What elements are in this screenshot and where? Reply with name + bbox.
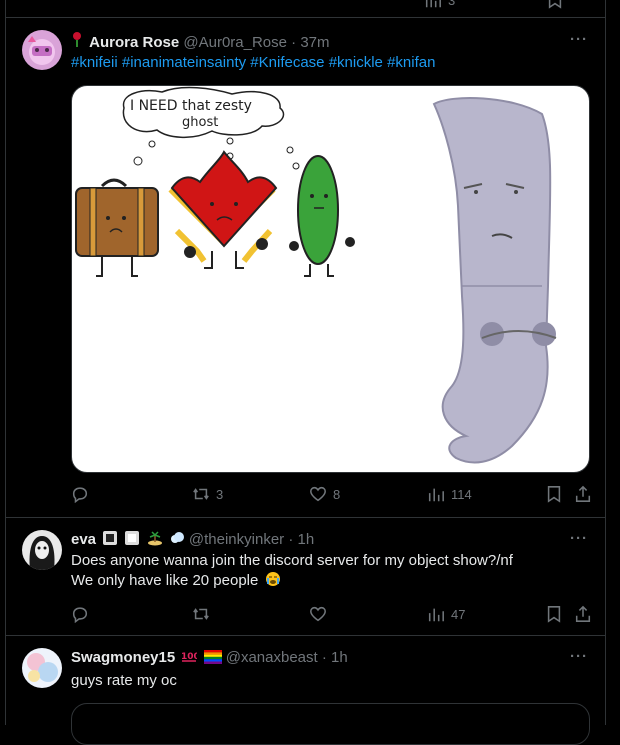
tweet-actions: 3 8 114 xyxy=(71,484,592,504)
share-button[interactable] xyxy=(574,604,592,624)
author-handle[interactable]: @theinkyinker xyxy=(189,531,284,548)
tweet-header: Swagmoney15 100 @xanaxbeast · 1h xyxy=(71,648,348,668)
tweet-actions: 47 xyxy=(71,604,592,624)
bookmark-button[interactable] xyxy=(545,604,563,624)
tweet-text: #knifeii #inanimateinsainty #Knifecase #… xyxy=(71,53,435,73)
views-button[interactable]: 114 xyxy=(427,484,472,504)
tweet-swagmoney[interactable]: Swagmoney15 100 @xanaxbeast · 1h ··· guy… xyxy=(6,635,605,745)
reply-icon xyxy=(72,607,88,623)
tweet-image[interactable] xyxy=(71,703,590,745)
crying-emoji xyxy=(265,572,280,586)
tweet-eva[interactable]: eva @theinkyinker · 1h ··· Does anyone w… xyxy=(6,517,605,635)
like-button[interactable]: 8 xyxy=(309,484,340,504)
more-icon[interactable]: ··· xyxy=(570,530,588,547)
drawing: I NEED that zesty ghost xyxy=(75,86,557,464)
reply-button[interactable] xyxy=(71,604,89,624)
bookmark-icon xyxy=(547,486,561,503)
hashtag[interactable]: #inanimateinsainty xyxy=(122,54,246,71)
like-icon xyxy=(310,486,326,502)
share-icon xyxy=(575,605,591,622)
hashtag[interactable]: #knifan xyxy=(387,54,435,71)
rose-emoji xyxy=(71,31,85,53)
views-button[interactable]: 3 xyxy=(424,0,455,10)
prev-tweet-actions: 3 xyxy=(71,0,589,10)
like-icon xyxy=(310,606,326,622)
tweet-text: guys rate my oc xyxy=(71,672,177,689)
hashtag[interactable]: #knickle xyxy=(329,54,383,71)
bookmark-button[interactable] xyxy=(545,484,563,504)
tweet-header: Aurora Rose @Aur0ra_Rose · 37m xyxy=(71,31,330,53)
share-button[interactable] xyxy=(574,484,592,504)
hundred-emoji: 100 xyxy=(181,652,197,662)
rainbow-flag-emoji xyxy=(203,650,222,664)
author-name[interactable]: Aurora Rose xyxy=(89,34,179,51)
speech-line-2: ghost xyxy=(182,115,218,130)
tweet-header: eva @theinkyinker · 1h xyxy=(71,530,314,550)
author-name[interactable]: Swagmoney15 xyxy=(71,649,175,666)
views-icon xyxy=(428,608,444,622)
share-icon xyxy=(575,485,591,502)
retweet-icon xyxy=(193,488,209,500)
author-name[interactable]: eva xyxy=(71,531,96,548)
tweet-text: Does anyone wanna join the discord serve… xyxy=(71,551,513,591)
author-handle[interactable]: @xanaxbeast xyxy=(226,649,318,666)
tweet-time[interactable]: · 37m xyxy=(291,34,329,51)
bookmark-icon xyxy=(548,0,562,9)
tweet-time[interactable]: · 1h xyxy=(288,531,314,548)
bookmark-button[interactable] xyxy=(546,0,564,10)
avatar[interactable] xyxy=(22,648,62,688)
views-icon xyxy=(428,488,444,502)
avatar-image xyxy=(22,30,62,70)
retweet-button[interactable] xyxy=(192,604,210,624)
avatar-image xyxy=(22,530,62,570)
tweet-image[interactable]: I NEED that zesty ghost xyxy=(71,85,590,473)
name-emojis xyxy=(100,531,189,548)
reply-button[interactable] xyxy=(71,484,89,504)
bookmark-icon xyxy=(547,606,561,623)
author-handle[interactable]: @Aur0ra_Rose xyxy=(183,34,287,51)
reply-icon xyxy=(72,487,88,503)
avatar[interactable] xyxy=(22,30,62,70)
retweet-button[interactable]: 3 xyxy=(192,484,223,504)
tweet-time[interactable]: · 1h xyxy=(322,649,348,666)
timeline-column: 3 Aurora Rose @Aur0ra_Rose · 37m ··· #kn… xyxy=(5,0,606,745)
tweet-aurora[interactable]: Aurora Rose @Aur0ra_Rose · 37m ··· #knif… xyxy=(6,17,605,517)
views-button[interactable]: 47 xyxy=(427,604,465,624)
more-icon[interactable]: ··· xyxy=(570,31,588,48)
text-line: Does anyone wanna join the discord serve… xyxy=(71,552,513,569)
more-icon[interactable]: ··· xyxy=(570,648,588,665)
avatar[interactable] xyxy=(22,530,62,570)
text-line: We only have like 20 people xyxy=(71,571,513,591)
like-button[interactable] xyxy=(309,604,327,624)
retweet-icon xyxy=(193,608,209,620)
hashtag[interactable]: #Knifecase xyxy=(250,54,324,71)
avatar-image xyxy=(22,648,62,688)
speech-line-1: I NEED that zesty xyxy=(130,98,252,114)
views-icon xyxy=(425,0,441,8)
hashtag[interactable]: #knifeii xyxy=(71,54,118,71)
